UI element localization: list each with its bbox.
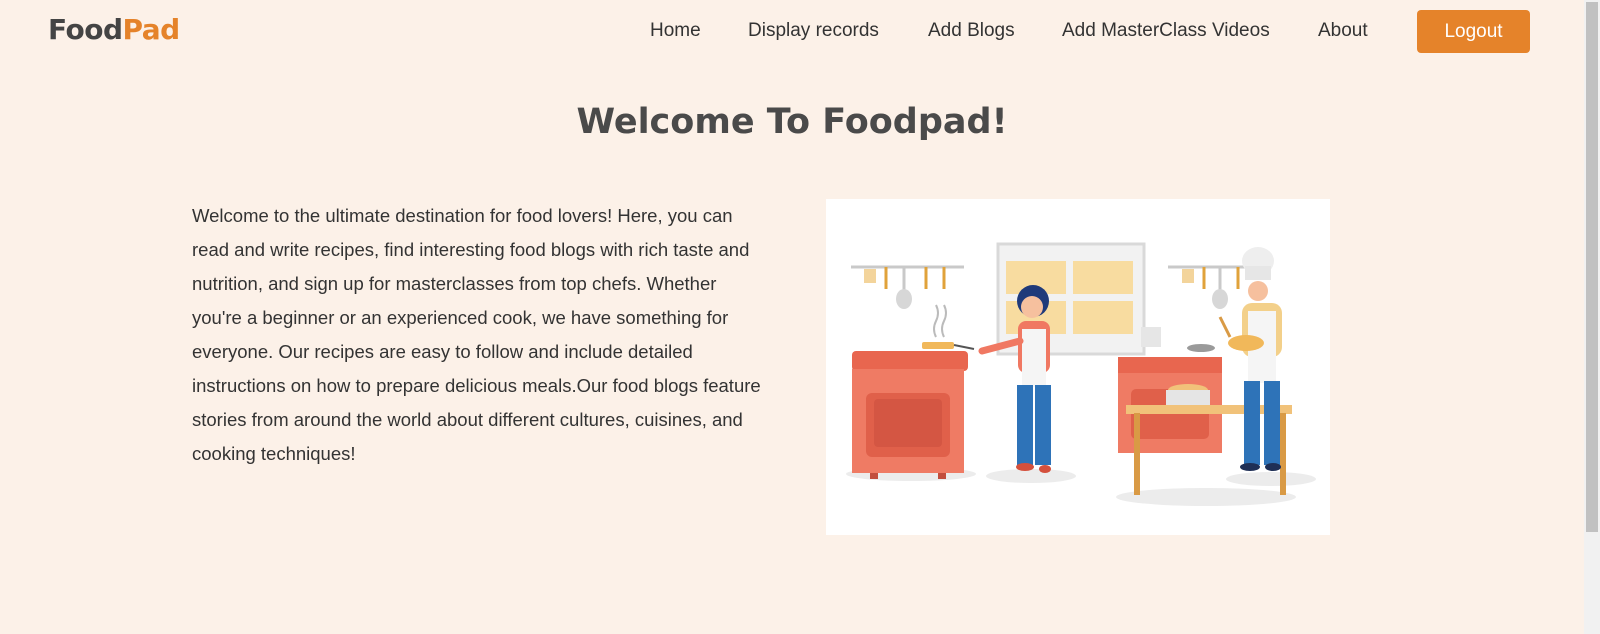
logout-button[interactable]: Logout xyxy=(1417,10,1530,53)
nav-link-home[interactable]: Home xyxy=(650,20,701,42)
nav-link-add-blogs[interactable]: Add Blogs xyxy=(928,20,1015,42)
kitchen-illustration-svg xyxy=(846,242,1316,506)
nav-link-add-masterclass-videos[interactable]: Add MasterClass Videos xyxy=(1062,20,1270,42)
navbar: FoodPad Home Display records Add Blogs A… xyxy=(0,0,1584,62)
scrollbar-track[interactable] xyxy=(1584,0,1600,634)
page-title: Welcome To Foodpad! xyxy=(576,102,1008,142)
nav-link-about[interactable]: About xyxy=(1318,20,1368,42)
scrollbar-thumb[interactable] xyxy=(1586,2,1598,532)
nav-links: Home Display records Add Blogs Add Maste… xyxy=(0,0,1584,62)
intro-paragraph: Welcome to the ultimate destination for … xyxy=(192,205,761,464)
nav-link-display-records[interactable]: Display records xyxy=(748,20,879,42)
kitchen-illustration xyxy=(826,199,1330,535)
